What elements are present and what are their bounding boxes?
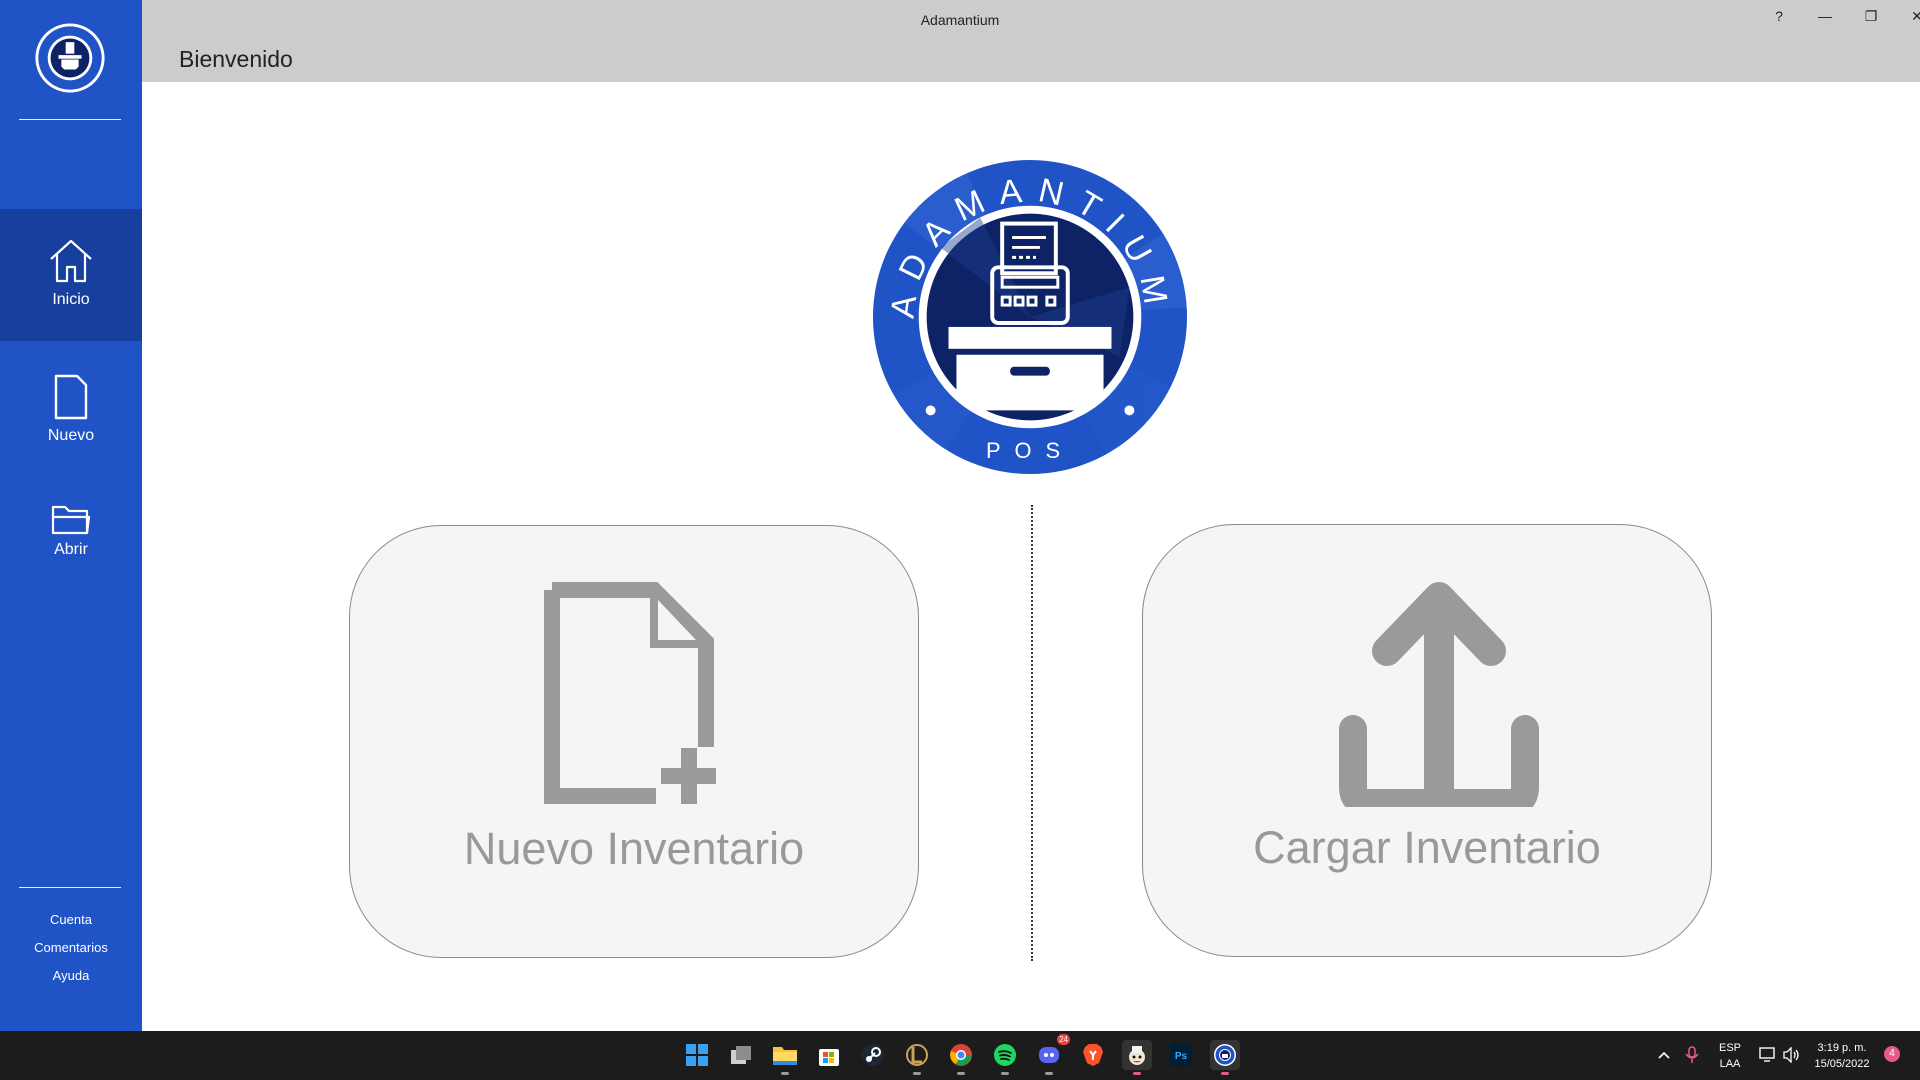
help-button[interactable]: ? (1756, 4, 1802, 28)
sidebar-bottom-divider (19, 887, 121, 888)
link-comentarios[interactable]: Comentarios (34, 934, 108, 962)
svg-text:Ps: Ps (1175, 1051, 1188, 1062)
cuphead-icon[interactable] (1122, 1040, 1152, 1075)
nav-item-abrir[interactable]: Abrir (0, 503, 142, 563)
chevron-up-icon[interactable] (1649, 1040, 1679, 1070)
volume-icon[interactable] (1777, 1040, 1807, 1070)
photoshop-icon[interactable]: Ps (1166, 1040, 1196, 1070)
adamantium-pos-logo: ADAMANTIUM POS (872, 159, 1188, 475)
upload-icon (1339, 582, 1539, 807)
new-inventory-label: Nuevo Inventario (463, 823, 805, 874)
load-inventory-card[interactable]: Cargar Inventario (1142, 524, 1712, 957)
new-inventory-card[interactable]: Nuevo Inventario (349, 525, 919, 958)
close-button[interactable]: ✕ (1894, 4, 1920, 28)
sidebar: Inicio Nuevo Abrir Cuenta Comentarios Ay… (0, 0, 142, 1031)
brave-icon[interactable] (1078, 1040, 1108, 1070)
keyboard-language[interactable]: ESP LAA (1715, 1040, 1745, 1072)
new-document-icon (544, 582, 716, 804)
task-view-icon[interactable] (726, 1040, 756, 1070)
minimize-button[interactable]: — (1802, 4, 1848, 28)
link-cuenta[interactable]: Cuenta (50, 906, 92, 934)
link-ayuda[interactable]: Ayuda (53, 962, 90, 990)
adamantium-icon[interactable] (1210, 1040, 1240, 1075)
window-title: Adamantium (920, 12, 1000, 28)
microphone-icon[interactable] (1677, 1040, 1707, 1070)
clock[interactable]: 3:19 p. m. 15/05/2022 (1808, 1040, 1876, 1072)
logo-bottom-text: POS (986, 438, 1074, 463)
restore-button[interactable]: ❐ (1848, 4, 1894, 28)
taskbar: 24 Ps ESP LAA 3:19 p. m. 15/05/2022 4 (0, 1031, 1920, 1080)
page-title: Bienvenido (179, 46, 293, 72)
microsoft-store-icon[interactable] (814, 1040, 844, 1070)
steam-icon[interactable] (858, 1040, 888, 1070)
nav-label-inicio: Inicio (52, 291, 90, 308)
sidebar-top-divider (19, 119, 121, 120)
nav-item-nuevo[interactable]: Nuevo (0, 373, 142, 453)
center-divider (1031, 505, 1033, 961)
nav-label-nuevo: Nuevo (47, 427, 95, 444)
sidebar-links: Cuenta Comentarios Ayuda (0, 906, 142, 990)
nav-item-inicio[interactable]: Inicio (0, 209, 142, 341)
notification-badge[interactable]: 4 (1884, 1046, 1900, 1062)
title-bar: Adamantium Bienvenido ? — ❐ ✕ (142, 0, 1920, 82)
document-icon (54, 374, 88, 420)
discord-icon[interactable]: 24 (1034, 1034, 1070, 1075)
folder-icon (51, 505, 91, 535)
discord-badge: 24 (1057, 1034, 1070, 1045)
windows-start-icon[interactable] (682, 1040, 712, 1070)
adamantium-logo-small (35, 23, 105, 93)
load-inventory-label: Cargar Inventario (1253, 822, 1601, 873)
file-explorer-icon[interactable] (770, 1040, 800, 1075)
nav-label-abrir: Abrir (54, 541, 88, 558)
home-icon (50, 239, 92, 283)
league-of-legends-icon[interactable] (902, 1040, 932, 1075)
chrome-icon[interactable] (946, 1040, 976, 1075)
spotify-icon[interactable] (990, 1040, 1020, 1075)
